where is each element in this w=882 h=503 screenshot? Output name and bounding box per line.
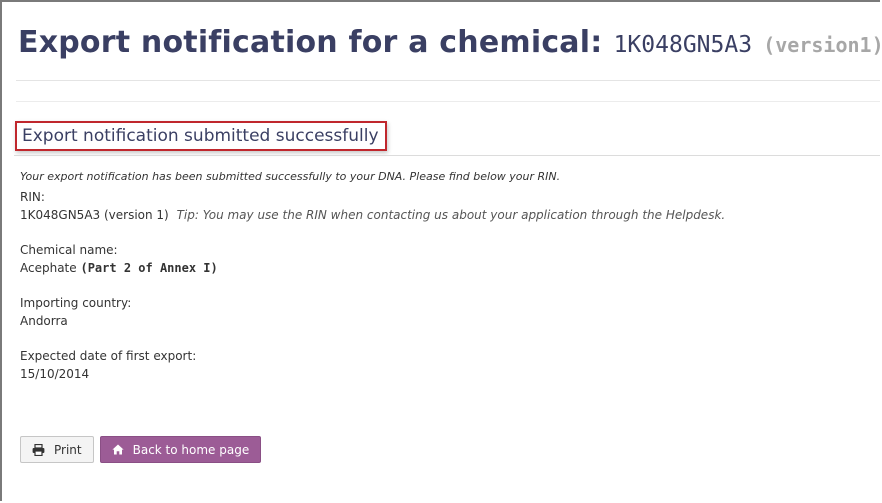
page-frame: Export notification for a chemical: 1K04… [0,0,880,501]
notification-details: Your export notification has been submit… [20,170,870,384]
country-value: Andorra [20,314,68,328]
export-date-value: 15/10/2014 [20,367,90,381]
annex-part: (Part 2 of Annex I) [80,261,218,275]
print-button[interactable]: Print [20,436,94,463]
export-date-label: Expected date of first export: [20,349,197,363]
version-label: (version1) [763,33,880,57]
rin-code: 1K048GN5A3 [613,32,753,58]
rin-section: RIN: 1K048GN5A3 (version 1) Tip: You may… [20,189,870,225]
print-button-label: Print [54,442,82,457]
chemical-name: Acephate [20,261,77,275]
page-title: Export notification for a chemical: 1K04… [18,22,880,60]
rin-value: 1K048GN5A3 (version 1) [20,208,169,222]
rin-value-row: 1K048GN5A3 (version 1) Tip: You may use … [20,206,870,225]
country-label: Importing country: [20,296,132,310]
country-section: Importing country: Andorra [20,295,870,331]
page-title-text: Export notification for a chemical: [18,25,603,60]
rin-tip: Tip: You may use the RIN when contacting… [176,208,726,222]
divider [14,155,880,156]
divider [16,101,880,102]
rin-label: RIN: [20,190,45,204]
chemical-label: Chemical name: [20,243,118,257]
success-heading: Export notification submitted successful… [15,121,387,151]
printer-icon [32,443,45,456]
back-to-home-button[interactable]: Back to home page [99,436,262,463]
divider [16,80,880,81]
export-date-section: Expected date of first export: 15/10/201… [20,348,870,384]
home-button-label: Back to home page [132,442,250,457]
chemical-value-row: Acephate (Part 2 of Annex I) [20,259,870,278]
action-buttons: Print Back to home page [20,436,262,463]
success-message: Your export notification has been submit… [20,170,561,183]
home-icon [112,444,124,455]
chemical-section: Chemical name: Acephate (Part 2 of Annex… [20,242,870,278]
